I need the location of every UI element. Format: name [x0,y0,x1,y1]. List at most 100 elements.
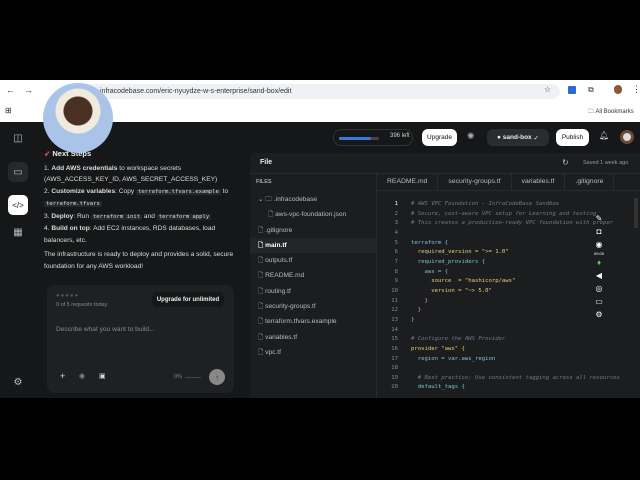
code-text: version = "~> 5.0" [411,287,492,294]
microphone-icon[interactable]: ♦ [592,256,606,269]
file-tree-item[interactable]: 🗋 .gitignore [250,223,376,238]
star-icon[interactable]: ☆ [544,85,551,94]
forward-icon[interactable]: → [24,85,33,95]
step-item: 2. Customize variables: Copy terraform.t… [44,187,229,207]
menu-icon[interactable]: ⋮ [632,84,640,95]
plus-icon[interactable]: + [60,371,65,381]
code-line: 7 required_providers { [380,258,620,268]
line-number: 16 [391,345,398,352]
file-tree-item[interactable]: 🗋 variables.tf [250,330,376,345]
extension-icon[interactable] [568,86,576,94]
code-line: 13} [380,316,620,326]
file-tree-item[interactable]: 🗋 security-groups.tf [250,299,376,314]
file-tree-item[interactable]: 🗋 vpc.tf [250,345,376,360]
gear-icon[interactable]: ⚙ [592,308,606,321]
code-text: required_version = ">= 1.0" [411,249,509,256]
line-number: 2 [394,210,398,217]
usage-label: 396 left [390,133,410,139]
editor-tab[interactable]: security-groups.tf [438,174,512,190]
code-icon[interactable]: </> [8,195,28,215]
url-bar[interactable]: infracodebase.com/eric-nyuydze-w-s-enter… [60,84,560,99]
code-line: 17 region = var.aws_region [380,355,620,365]
code-text: provider "aws" { [411,345,465,352]
apps-icon[interactable]: ⊞ [5,106,12,115]
line-number: 3 [394,220,398,227]
repo-button[interactable]: ● sand-box ✓ [487,129,549,146]
pen-icon[interactable]: ✎ [592,212,606,225]
code-text: aws = { [411,268,449,275]
profile-avatar[interactable] [614,85,622,94]
record-icon[interactable]: ◉ [592,238,606,251]
file-tree-item[interactable]: 🗋 main.tf [250,237,376,254]
file-name: README.md [265,272,305,280]
request-dots: ●●●●● [56,293,80,299]
upgrade-unlimited-button[interactable]: Upgrade for unlimited [152,292,224,307]
usage-bar-fill [339,137,371,140]
chat-icon[interactable]: ▭ [8,162,28,182]
file-name: security-groups.tf [265,303,316,311]
line-number: 18 [391,365,398,372]
code-line: 12 } [380,306,620,316]
file-tree-item[interactable]: ⌄ 🗀 .infracodebase [250,192,376,207]
line-number: 5 [394,239,398,246]
back-icon[interactable]: ← [6,85,15,95]
prompt-input[interactable]: Describe what you want to build... [56,326,155,333]
editor-tab[interactable]: variables.tf [512,174,566,190]
file-tree-item[interactable]: 🗋 outputs.tf [250,253,376,268]
step-item: 3. Deploy: Run terraform init and terraf… [44,212,212,220]
editor-tab[interactable]: .gitignore [565,174,615,190]
file-name: aws-vpc-foundation.json [275,211,347,219]
file-tree-item[interactable]: 🗋 terraform.tfvars.example [250,314,376,329]
code-line: 8 aws = { [380,268,620,278]
line-number: 20 [391,384,398,391]
line-number: 7 [394,258,398,265]
steps-list: 1. Add AWS credentials to workspace secr… [44,163,244,247]
line-number: 12 [391,307,398,314]
code-line: 2 # Secure, cost-aware VPC setup for Lear… [380,210,620,220]
layout-icon[interactable]: ▦ [8,222,28,242]
refresh-icon[interactable]: ↻ [562,158,569,167]
editor-tab[interactable]: README.md [377,174,439,190]
camera-icon[interactable]: ◘ [592,225,606,238]
upgrade-button[interactable]: Upgrade [422,129,457,146]
settings-icon[interactable]: ⚙ [8,372,28,392]
code-line: 18 [380,364,620,374]
eye-icon[interactable]: ◉ [79,372,85,380]
user-avatar[interactable] [620,130,634,144]
toggle-sidebar-icon[interactable]: ◫ [8,128,28,148]
code-text: } [411,297,428,304]
code-line: 14 [380,326,620,336]
extensions-icon[interactable]: ⧉ [588,85,594,95]
file-tree-item[interactable]: 🗋 routing.tf [250,284,376,299]
line-number: 4 [394,229,398,236]
code-text: # Configure the AWS Provider [411,336,506,343]
gift-icon[interactable]: ▣ [99,372,106,380]
folder-icon: ⌄ 🗀 [258,196,274,203]
code-line: 20 default_tags { [380,383,620,393]
code-text: source = "hashicorp/aws" [411,278,516,285]
line-number: 10 [391,287,398,294]
scrollbar[interactable] [634,198,638,228]
code-line: 10 version = "~> 5.0" [380,287,620,297]
window-icon[interactable]: ▭ [592,295,606,308]
line-number: 17 [391,355,398,362]
speaker-icon[interactable]: ◀ [592,269,606,282]
publish-button[interactable]: Publish [556,129,589,146]
theme-icon[interactable]: ✺ [467,131,475,142]
file-name: terraform.tfvars.example [265,318,337,326]
chat-panel: ➶ Next Steps 1. Add AWS credentials to w… [44,148,244,272]
webcam-icon[interactable]: ◎ [592,282,606,295]
file-tree-item[interactable]: 🗋 README.md [250,268,376,283]
file-name: vpc.tf [265,348,281,356]
send-button[interactable]: ↑ [209,369,225,385]
tab-bar: README.md security-groups.tf variables.tf.… [377,174,640,191]
summary-text: The infrastructure is ready to deploy an… [44,251,234,270]
all-bookmarks[interactable]: 🗀 All Bookmarks [588,107,634,117]
editor-panel: File ↻ Saved 1 week ago FILES ⌄ 🗀 .infra… [250,153,640,398]
requests-label: 0 of 5 requests today [56,302,108,308]
code-editor[interactable]: 1 # AWS VPC Foundation - InfraCodeBase Sa… [380,200,620,393]
file-tree-item[interactable]: 🗋 aws-vpc-foundation.json [250,207,376,222]
line-number: 14 [391,326,398,333]
bell-icon[interactable]: 🔔︎ [599,131,609,140]
code-line: 6 required_version = ">= 1.0" [380,248,620,258]
